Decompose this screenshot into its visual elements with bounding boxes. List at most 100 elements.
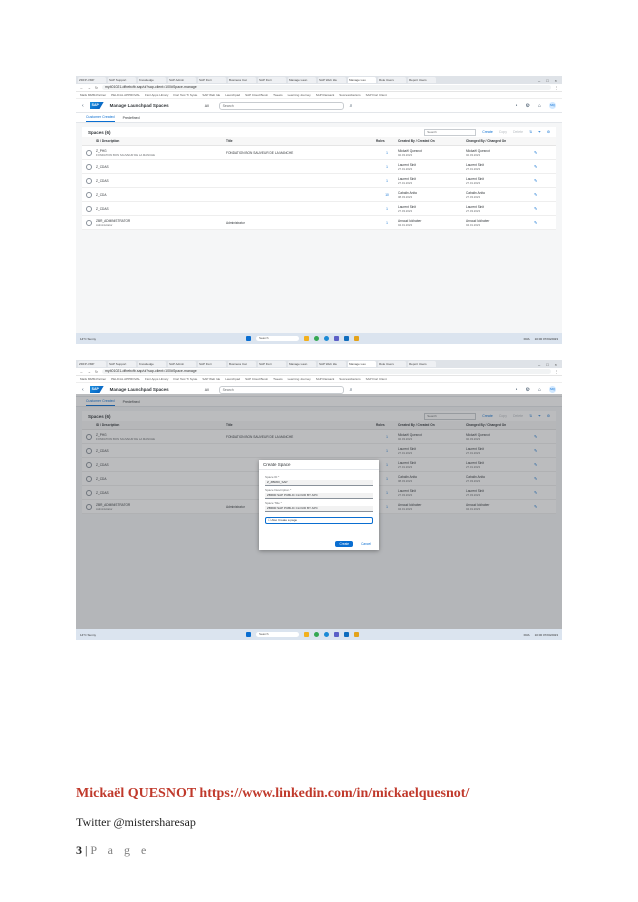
browser-tab[interactable]: Business Cat <box>228 361 256 367</box>
table-row[interactable]: Z_CDAS 1 Laurent Sinit 27.03.2023 Laurent… <box>82 202 556 216</box>
teams-icon[interactable] <box>334 336 339 341</box>
maximize-icon[interactable]: □ <box>546 78 548 83</box>
bookmark[interactable]: SAP Fiori Client <box>366 93 387 97</box>
bookmark[interactable]: Learning Journey <box>288 377 311 381</box>
create-page-checkbox[interactable]: ☐ Also Create a page <box>265 517 373 524</box>
bookmark[interactable]: Tweets <box>273 377 283 381</box>
app-title[interactable]: Manage Launchpad Spaces <box>110 387 169 392</box>
browser-tab[interactable]: SAP Admin <box>168 361 196 367</box>
dialog-cancel-button[interactable]: Cancel <box>357 541 375 547</box>
app-title[interactable]: Manage Launchpad Spaces <box>110 103 169 108</box>
tab-predefined[interactable]: Predefined <box>123 116 140 122</box>
create-button[interactable]: Create <box>482 130 493 134</box>
table-settings-icon[interactable]: ⚙ <box>547 130 550 134</box>
bookmark[interactable]: SAP Cloud Busin <box>245 377 268 381</box>
browser-tab[interactable]: SAP Fiori <box>258 77 286 83</box>
edit-icon[interactable]: ✎ <box>534 206 544 211</box>
avatar[interactable]: MQ <box>549 386 556 393</box>
language-indicator[interactable]: FRA <box>524 633 530 637</box>
bookmark[interactable]: SuccessFactors <box>339 377 360 381</box>
browser-tab[interactable]: SAP Web Ide <box>318 77 346 83</box>
file-explorer-icon[interactable] <box>304 336 309 341</box>
edge-icon[interactable] <box>324 632 329 637</box>
column-header[interactable]: Title <box>226 139 376 143</box>
search-scope-select[interactable]: All <box>205 388 209 392</box>
table-row[interactable]: Z_PHG FONDATION BON SAUVEUR DE LA MANCHE … <box>82 146 556 160</box>
edit-icon[interactable]: ✎ <box>534 164 544 169</box>
weather-widget[interactable]: 14°C Sunny <box>80 633 96 637</box>
roles-link[interactable]: 1 <box>376 221 398 225</box>
row-radio[interactable] <box>86 191 92 198</box>
weather-widget[interactable]: 14°C Sunny <box>80 337 96 341</box>
clock[interactable]: 10:00 07/04/2023 <box>535 633 558 637</box>
browser-tab[interactable]: SAP Fiori <box>258 361 286 367</box>
bookmark[interactable]: Fiori Test Tr Syste <box>173 93 197 97</box>
roles-link[interactable]: 1 <box>376 207 398 211</box>
url-field[interactable]: my401021-dfbebcfb.sap/ui?sap-client=100#… <box>101 85 551 90</box>
taskbar-search[interactable]: Search <box>256 336 299 341</box>
taskbar-search[interactable]: Search <box>256 632 299 637</box>
tab-customer-created[interactable]: Customer Created <box>86 115 115 122</box>
bookmark[interactable]: Fiori Test Tr Syste <box>173 377 197 381</box>
extensions-icon[interactable]: ⋮ <box>555 370 559 374</box>
edit-icon[interactable]: ✎ <box>534 220 544 225</box>
app-icon[interactable] <box>354 632 359 637</box>
edit-icon[interactable]: ✎ <box>534 178 544 183</box>
dialog-create-button[interactable]: Create <box>335 541 354 547</box>
space-description-input[interactable]: ZBR00 SAP PUBLIC CLOUD BY APC <box>265 493 373 499</box>
settings-icon[interactable]: ⚙ <box>525 387 529 393</box>
edit-icon[interactable]: ✎ <box>534 150 544 155</box>
maximize-icon[interactable]: □ <box>546 362 548 367</box>
minimize-icon[interactable]: – <box>538 78 540 83</box>
browser-tab[interactable]: Report Users <box>408 77 436 83</box>
bookmark[interactable]: Launchpad <box>225 93 240 97</box>
delete-button[interactable]: Delete <box>513 130 523 134</box>
minimize-icon[interactable]: – <box>538 362 540 367</box>
table-row[interactable]: Z_CDA 10 Cabalin Anita 08.03.2023 Cabalin… <box>82 188 556 202</box>
language-indicator[interactable]: FRA <box>524 337 530 341</box>
shell-search-input[interactable]: Search <box>218 101 344 110</box>
row-radio[interactable] <box>86 149 92 156</box>
reload-icon[interactable]: ↻ <box>95 86 98 90</box>
browser-tab[interactable]: SAP Admin <box>168 77 196 83</box>
bookmark[interactable]: SAP Web Ide <box>202 93 220 97</box>
forward-icon[interactable]: → <box>88 86 92 90</box>
column-header[interactable]: ID / Description <box>96 139 226 143</box>
bookmark[interactable]: SuccessFactors <box>339 93 360 97</box>
bookmark[interactable]: PELICAL APPROVAL <box>111 93 140 97</box>
table-row[interactable]: Z_CDAS 1 Laurent Sinit 27.01.2023 Laurent… <box>82 160 556 174</box>
browser-tab[interactable]: SAP Web Ide <box>318 361 346 367</box>
forward-icon[interactable]: → <box>88 370 92 374</box>
browser-tab[interactable]: SAP Support <box>108 361 136 367</box>
chrome-icon[interactable] <box>314 336 319 341</box>
bookmark[interactable]: Mails MMM-Partner <box>80 93 106 97</box>
edit-icon[interactable]: ✎ <box>534 192 544 197</box>
outlook-icon[interactable] <box>344 336 349 341</box>
row-radio[interactable] <box>86 163 92 170</box>
back-icon[interactable]: ← <box>80 370 84 374</box>
back-icon[interactable]: ‹ <box>82 387 84 393</box>
clock[interactable]: 10:00 07/04/2023 <box>535 337 558 341</box>
browser-tab-active[interactable]: Manage Lau <box>348 361 376 367</box>
reload-icon[interactable]: ↻ <box>95 370 98 374</box>
browser-tab[interactable]: Manage Laun <box>288 77 316 83</box>
search-icon[interactable]: ⌕ <box>350 387 353 393</box>
table-row[interactable]: ZBR_ADMINISTRATOR Administrator Administr… <box>82 216 556 230</box>
browser-tab[interactable]: Knowledge <box>138 361 166 367</box>
copy-button[interactable]: Copy <box>499 130 507 134</box>
space-title-input[interactable]: ZBR00 SAP PUBLIC CLOUD BY APC <box>265 506 373 512</box>
roles-link[interactable]: 1 <box>376 165 398 169</box>
extensions-icon[interactable]: ⋮ <box>555 86 559 90</box>
bookmark[interactable]: PELICAL APPROVAL <box>111 377 140 381</box>
sap-logo[interactable]: SAP <box>89 102 104 109</box>
browser-tab[interactable]: Business Cat <box>228 77 256 83</box>
roles-link[interactable]: 1 <box>376 151 398 155</box>
space-id-input[interactable]: Z_ZBR00_SAP <box>265 480 373 486</box>
bookmark[interactable]: SAP Cloud Busin <box>245 93 268 97</box>
url-field[interactable]: my401021-dfbebcfb.sap/ui?sap-client=100#… <box>101 369 551 374</box>
bookmark[interactable]: SAP Ransack <box>316 93 334 97</box>
author-line[interactable]: Mickaël QUESNOT https://www.linkedin.com… <box>76 786 469 802</box>
close-icon[interactable]: × <box>555 78 557 83</box>
bookmark[interactable]: Tweets <box>273 93 283 97</box>
back-icon[interactable]: ‹ <box>82 103 84 109</box>
